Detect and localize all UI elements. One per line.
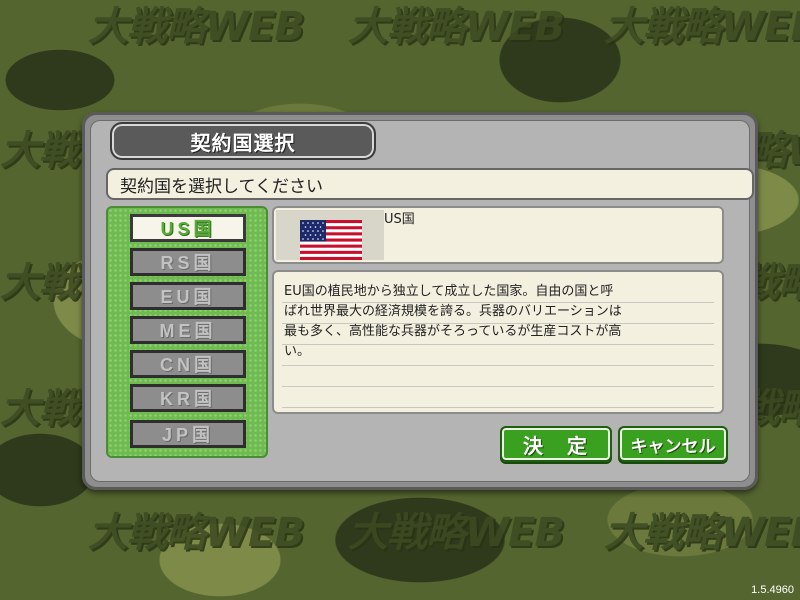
country-list: US国 RS国 EU国 ME国 CN国 KR国 JP国: [106, 206, 268, 458]
version-label: 1.5.4960: [751, 584, 794, 596]
watermark-logo: 大戦略WEB: [348, 4, 565, 50]
us-flag-icon: [300, 220, 362, 260]
country-item-us[interactable]: US国: [130, 214, 246, 242]
country-item-rs[interactable]: RS国: [130, 248, 246, 276]
country-header-box: [272, 206, 724, 264]
watermark-logo: 大戦略WEB: [348, 510, 565, 556]
watermark-logo: 大戦略WEB: [88, 510, 305, 556]
country-label: CN国: [160, 355, 216, 375]
country-description: EU国の植民地から独立して成立した国家。自由の国と呼 ばれ世界最大の経済規模を誇…: [284, 284, 622, 359]
country-label: KR国: [160, 389, 216, 409]
country-label: RS国: [160, 253, 216, 273]
watermark-logo: 大戦略WEB: [88, 4, 305, 50]
country-item-cn[interactable]: CN国: [130, 350, 246, 378]
country-label: JP国: [161, 425, 215, 445]
country-item-me[interactable]: ME国: [130, 316, 246, 344]
cancel-button[interactable]: キャンセル: [618, 426, 728, 462]
selected-country-name: US国: [384, 212, 415, 227]
dialog-title: 契約国選択: [190, 130, 296, 155]
watermark-logo: 大戦略WEB: [604, 4, 800, 50]
country-item-eu[interactable]: EU国: [130, 282, 246, 310]
country-label: EU国: [160, 287, 216, 307]
dialog-title-bar: 契約国選択: [110, 122, 376, 160]
confirm-button[interactable]: 決 定: [500, 426, 612, 462]
country-label: US国: [160, 219, 216, 239]
country-label: ME国: [159, 321, 217, 341]
flag-cell: [276, 210, 384, 260]
country-item-jp[interactable]: JP国: [130, 420, 246, 448]
prompt-text: 契約国を選択してください: [106, 168, 754, 200]
watermark-logo: 大戦略WEB: [604, 510, 800, 556]
country-item-kr[interactable]: KR国: [130, 384, 246, 412]
